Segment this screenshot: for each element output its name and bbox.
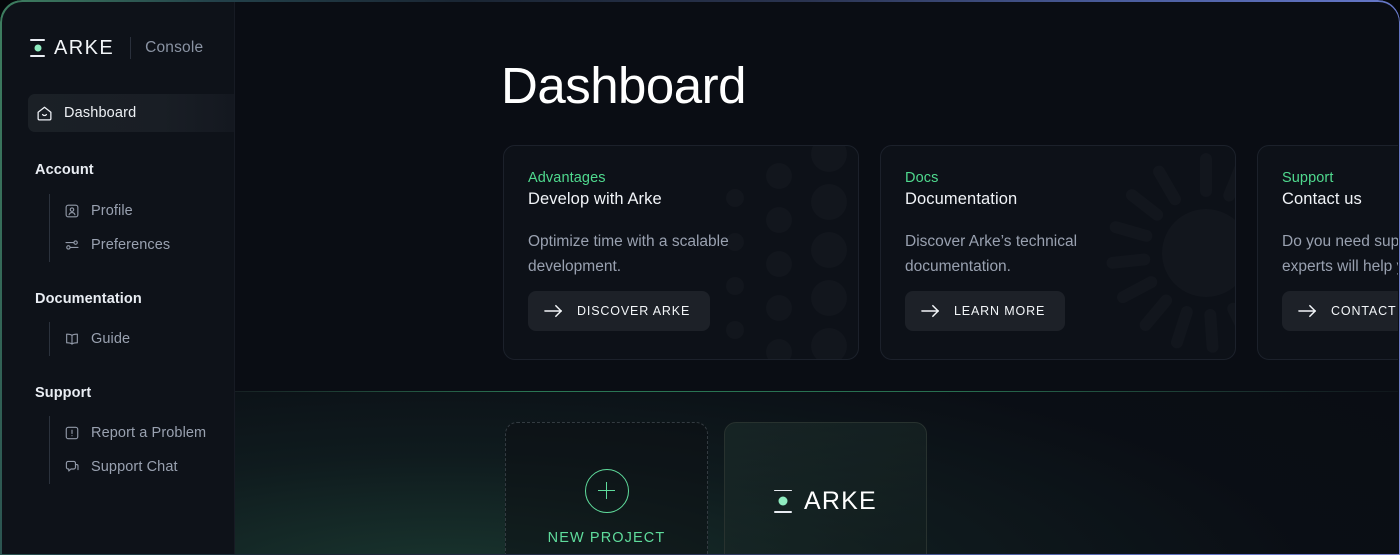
sidebar-subnav-support: Report a Problem Support Chat [49,416,234,484]
new-project-label: NEW PROJECT [547,529,666,546]
card-title: Develop with Arke [528,190,662,208]
card-title: Documentation [905,190,1018,208]
sliders-icon [64,237,80,253]
contact-us-button[interactable]: CONTACT US [1282,291,1398,331]
button-label: DISCOVER ARKE [577,304,691,318]
info-card-support: Support Contact us Do you need support? … [1257,145,1398,360]
sidebar-item-dashboard[interactable]: Dashboard [28,94,234,132]
sidebar-item-preferences[interactable]: Preferences [50,228,234,262]
sidebar-subnav-account: Profile Preferences [49,194,234,262]
card-eyebrow: Support [1282,170,1334,186]
brand-subtitle: Console [145,39,204,56]
sidebar-item-support-chat[interactable]: Support Chat [50,450,234,484]
user-card-icon [64,203,80,219]
arrow-right-icon [544,304,563,318]
project-card-row: NEW PROJECT ARKE [505,422,927,555]
info-card-advantages: Advantages Develop with Arke Optimize ti… [503,145,859,360]
sidebar-subnav-documentation: Guide [49,322,234,356]
card-title: Contact us [1282,190,1362,208]
project-card-arke[interactable]: ARKE [724,422,927,555]
sidebar-item-label: Guide [91,331,131,347]
home-smile-icon [36,105,53,122]
button-label: LEARN MORE [954,304,1046,318]
sidebar-item-label: Report a Problem [91,425,207,441]
card-eyebrow: Docs [905,170,939,186]
sidebar-item-profile[interactable]: Profile [50,194,234,228]
alert-square-icon [64,425,80,441]
arke-mark-icon [774,489,793,514]
new-project-card[interactable]: NEW PROJECT [505,422,708,555]
card-description: Do you need support? Our experts will he… [1282,233,1398,275]
learn-more-button[interactable]: LEARN MORE [905,291,1066,331]
info-card-row: Advantages Develop with Arke Optimize ti… [503,145,1398,360]
sidebar-group-support: Support [35,385,92,401]
sidebar-item-label: Dashboard [64,105,137,121]
app-window: ARKE Console Dashboard Account Profile P… [0,0,1400,555]
card-eyebrow: Advantages [528,170,606,186]
chat-bubble-icon [64,459,80,475]
sidebar-item-label: Profile [91,203,133,219]
project-name: ARKE [804,486,877,515]
plus-circle-icon [584,468,629,513]
brand-divider [130,37,132,59]
info-card-docs: Docs Documentation Discover Arke’s techn… [880,145,1236,360]
section-divider [235,391,1398,392]
brand-name: ARKE [54,36,115,59]
button-label: CONTACT US [1331,304,1398,318]
brand-header: ARKE Console [2,2,234,94]
book-open-icon [64,331,80,347]
arke-mark-icon [30,38,45,58]
sidebar-item-guide[interactable]: Guide [50,322,234,356]
sidebar: ARKE Console Dashboard Account Profile P… [2,2,235,555]
sidebar-item-report-a-problem[interactable]: Report a Problem [50,416,234,450]
sidebar-group-account: Account [35,162,94,178]
card-description: Discover Arke’s technical documentation. [905,233,1078,275]
main-content: Dashboard Advantages Develop with Arke O… [235,2,1398,555]
sidebar-group-documentation: Documentation [35,291,142,307]
arrow-right-icon [921,304,940,318]
discover-arke-button[interactable]: DISCOVER ARKE [528,291,711,331]
arrow-right-icon [1298,304,1317,318]
sidebar-item-label: Preferences [91,237,171,253]
page-title: Dashboard [501,57,747,115]
sidebar-item-label: Support Chat [91,459,178,475]
card-description: Optimize time with a scalable developmen… [528,233,729,275]
